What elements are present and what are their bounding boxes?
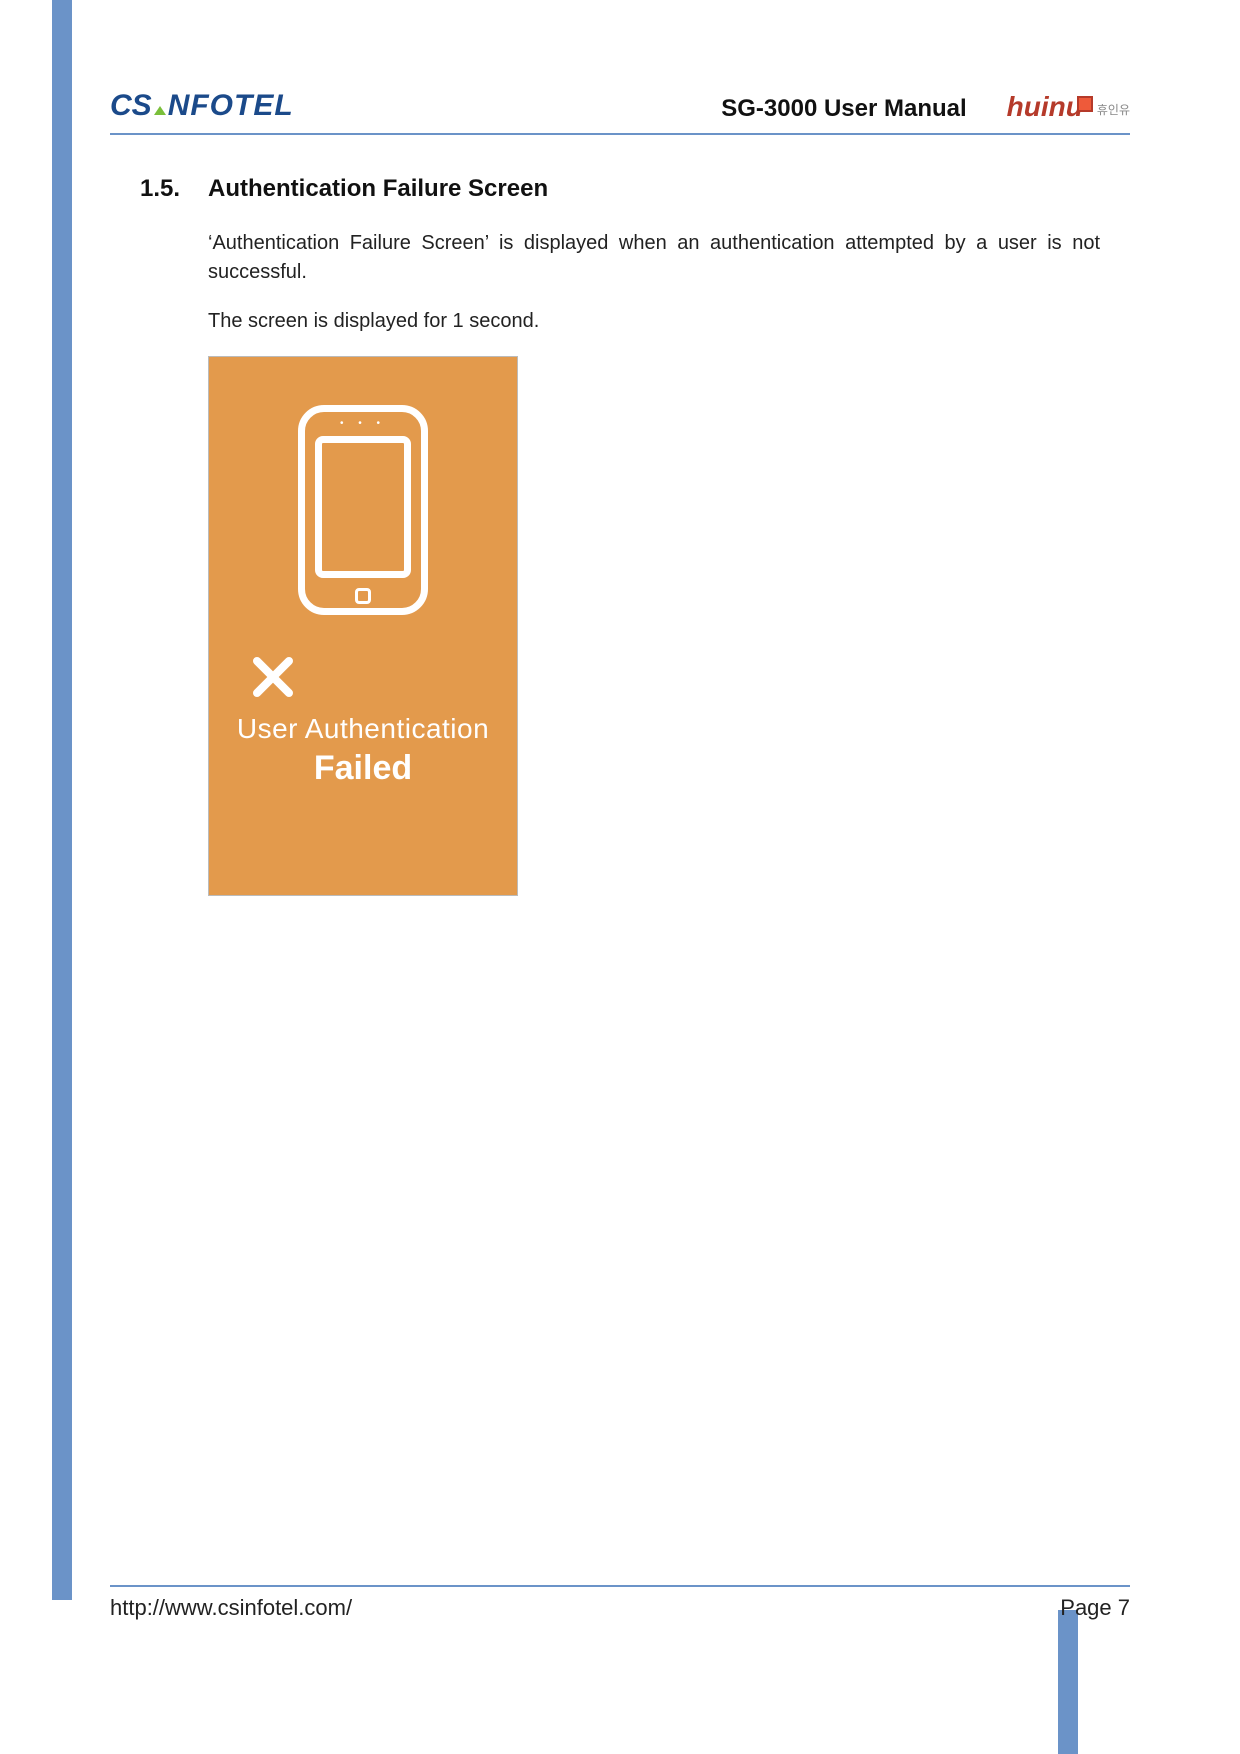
- section-heading: 1.5. Authentication Failure Screen: [140, 175, 1100, 203]
- footer-url: http://www.csinfotel.com/: [110, 1595, 352, 1621]
- device-top-dots-icon: • • •: [305, 418, 421, 429]
- logo-csinfotel: CS NFOTEL: [110, 89, 294, 123]
- page-header: CS NFOTEL SG-3000 User Manual huinu휴인유: [110, 55, 1130, 135]
- logo-triangle-icon: [154, 106, 166, 115]
- logo-korean-text: 휴인유: [1097, 103, 1130, 117]
- header-right: SG-3000 User Manual huinu휴인유: [721, 91, 1130, 123]
- device-screen-icon: [315, 436, 411, 578]
- x-icon: [249, 653, 297, 701]
- x-icon-row: [249, 653, 297, 701]
- right-margin-strip: [1058, 1610, 1078, 1754]
- left-margin-strip: [52, 0, 72, 1600]
- logo-huinu: huinu휴인유: [1007, 91, 1130, 123]
- footer-page-number: Page 7: [1060, 1595, 1130, 1621]
- logo-huin-text: huin: [1007, 91, 1066, 122]
- logo-box-icon: [1077, 96, 1093, 112]
- figure-text-line2: Failed: [314, 749, 412, 788]
- section-paragraph-1: ‘Authentication Failure Screen’ is displ…: [208, 229, 1100, 287]
- figure-auth-failure-screen: • • • User Authentication Failed: [208, 356, 518, 896]
- logo-infotel-text: NFOTEL: [168, 89, 294, 123]
- document-title: SG-3000 User Manual: [721, 95, 966, 123]
- logo-cs-text: CS: [110, 89, 152, 123]
- page-footer: http://www.csinfotel.com/ Page 7: [110, 1585, 1130, 1621]
- section-paragraph-2: The screen is displayed for 1 second.: [208, 307, 1100, 336]
- figure-text-line1: User Authentication: [237, 713, 489, 745]
- page-content: 1.5. Authentication Failure Screen ‘Auth…: [140, 175, 1100, 896]
- section-title: Authentication Failure Screen: [208, 175, 548, 203]
- device-outline-icon: • • •: [298, 405, 428, 615]
- device-home-button-icon: [355, 588, 371, 604]
- section-number: 1.5.: [140, 175, 180, 203]
